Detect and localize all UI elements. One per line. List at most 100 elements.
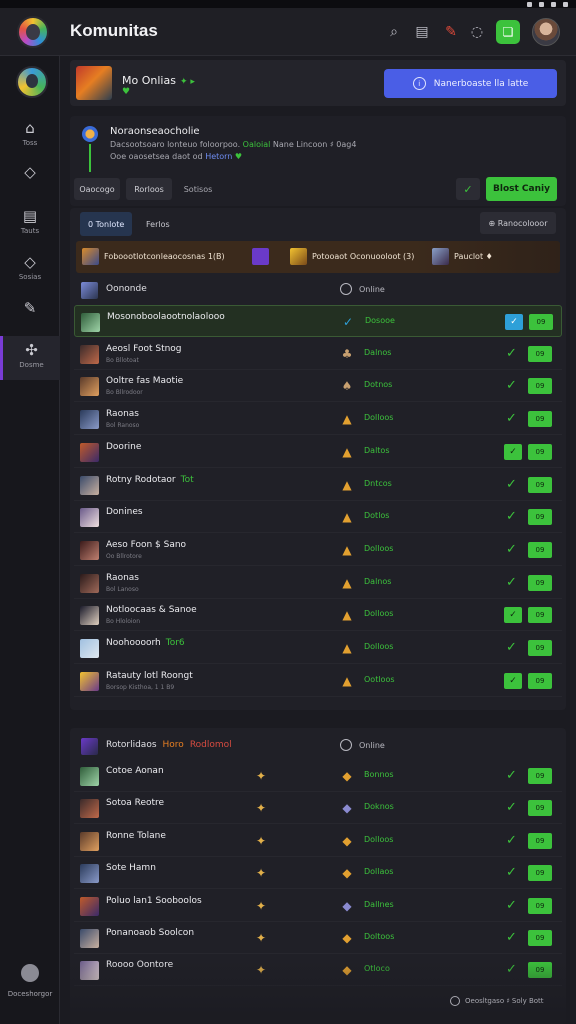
- chat-icon[interactable]: ◌: [467, 22, 487, 42]
- list-item[interactable]: Poluo lan1 Sooboolos ✦ ◆ Dallnes ✓ 09: [74, 890, 562, 922]
- friend-avatar: [81, 313, 100, 332]
- check-icon[interactable]: ✓: [506, 800, 517, 815]
- check-icon[interactable]: ✓: [506, 542, 517, 557]
- filter-chip-1[interactable]: Oaocogo: [74, 178, 120, 200]
- check-icon[interactable]: ✓: [506, 833, 517, 848]
- banner-purple-icon[interactable]: [252, 248, 269, 265]
- sidebar-item-puzzle[interactable]: ✣ Dosme: [0, 336, 60, 380]
- tab-active[interactable]: 0 Tonlote: [80, 212, 133, 236]
- list-header-status: Online: [340, 283, 385, 295]
- accept-checkbox[interactable]: ✓: [504, 672, 522, 689]
- filter-chip-2[interactable]: Rorloos: [126, 178, 172, 200]
- count-pill[interactable]: 09: [528, 574, 552, 591]
- list-item[interactable]: Noohoooorh Tor6 ▲ Dolloos ✓ 09: [74, 632, 562, 664]
- list-item[interactable]: Roooo Oontore ✦ ◆ Otloco ✓ 09: [74, 954, 562, 987]
- banner-item[interactable]: Potooaot Oconuooloot (3): [290, 248, 414, 265]
- sidebar-item-wrench[interactable]: ✎: [0, 294, 60, 338]
- banner-item[interactable]: Foboootlotconleaocosnas 1(B): [82, 248, 225, 265]
- list-header-status: Online: [340, 739, 385, 751]
- status-icon: ▲: [342, 641, 352, 655]
- tab-right-button[interactable]: ⊕ Ranocolooor: [480, 212, 556, 234]
- badge-icon: ✦: [256, 963, 267, 978]
- sidebar-avatar[interactable]: [16, 66, 48, 98]
- check-icon[interactable]: ✓: [506, 378, 517, 393]
- primary-action-button[interactable]: i Nanerboaste lla latte: [384, 69, 557, 98]
- friend-name: Sote Hamn: [106, 863, 156, 873]
- check-icon[interactable]: ✓: [506, 477, 517, 492]
- tab-second[interactable]: Ferlos: [138, 212, 178, 236]
- accept-checkbox[interactable]: ✓: [504, 443, 522, 460]
- count-pill[interactable]: 09: [529, 314, 553, 330]
- document-icon[interactable]: ▤: [412, 22, 432, 42]
- check-icon[interactable]: ✓: [506, 640, 517, 655]
- info-desc2: Ooe oaosetsea daot od Hetorn ♥: [110, 152, 242, 161]
- status-icon: ♣: [341, 346, 353, 361]
- check-icon[interactable]: ✓: [506, 962, 517, 977]
- app-logo[interactable]: [17, 16, 49, 48]
- status-icon: ◆: [342, 769, 352, 783]
- list-item[interactable]: Rotny Rodotaor Tot ▲ Dntcos ✓ 09: [74, 469, 562, 501]
- list-item[interactable]: Notloocaas & Sanoe Bo Hloloion ▲ Dolloos ✓ 09: [74, 599, 562, 632]
- check-icon[interactable]: ✓: [506, 346, 517, 361]
- green-chat-icon[interactable]: ❏: [496, 20, 520, 44]
- count-pill[interactable]: 09: [528, 800, 552, 817]
- count-pill[interactable]: 09: [528, 865, 552, 882]
- list-item[interactable]: Mosonoboolaootnolaolooo ✓ Dosooe ✓ 09: [74, 305, 562, 337]
- list-item[interactable]: Sotoa Reotre ✦ ◆ Doknos ✓ 09: [74, 792, 562, 825]
- filter-chip-3[interactable]: Sotisos: [176, 178, 220, 200]
- action-button[interactable]: Blost Caniy: [486, 177, 557, 201]
- sidebar-bottom[interactable]: Doceshorgor: [0, 964, 60, 998]
- count-pill[interactable]: 09: [528, 930, 552, 946]
- list-item[interactable]: Ooltre fas Maotie Bo Bllrodoor ♠ Dotnos ✓ 09: [74, 370, 562, 403]
- accept-checkbox[interactable]: ✓: [504, 607, 522, 624]
- sidebar-item-diamond[interactable]: ◇ Sosias: [0, 248, 60, 292]
- count-pill[interactable]: 09: [528, 897, 552, 914]
- list-item[interactable]: Donines ▲ Dotlos ✓ 09: [74, 501, 562, 534]
- status-icon: ◆: [342, 866, 352, 881]
- friend-avatar: [80, 639, 99, 658]
- check-icon[interactable]: ✓: [506, 898, 517, 913]
- list-item[interactable]: Raonas Bol Ranoso ▲ Dolloos ✓ 09: [74, 403, 562, 436]
- check-icon[interactable]: ✓: [506, 411, 517, 426]
- check-icon[interactable]: ✓: [506, 930, 517, 945]
- count-pill[interactable]: 09: [528, 541, 552, 558]
- count-pill[interactable]: 09: [528, 640, 552, 656]
- friend-subtitle: Bol Ranoso: [106, 422, 140, 430]
- count-pill[interactable]: 09: [528, 378, 552, 395]
- count-pill[interactable]: 09: [528, 509, 552, 526]
- sidebar-item-tag[interactable]: ◇: [0, 158, 60, 202]
- sidebar-item-grid[interactable]: ▤ Tauts: [0, 202, 60, 246]
- check-icon[interactable]: ✓: [506, 509, 517, 524]
- friend-name: Aeosl Foot Stnog: [106, 344, 182, 354]
- count-pill[interactable]: 09: [528, 832, 552, 849]
- list-item[interactable]: Ponanoaob Soolcon ✦ ◆ Doltoos ✓ 09: [74, 922, 562, 954]
- search-icon[interactable]: ⌕: [384, 22, 404, 42]
- count-pill[interactable]: 09: [528, 345, 552, 362]
- user-avatar[interactable]: [532, 18, 560, 46]
- list-item[interactable]: Doorine ▲ Daltos ✓ 09: [74, 436, 562, 468]
- check-button[interactable]: ✓: [456, 178, 480, 200]
- count-pill[interactable]: 09: [528, 607, 552, 624]
- count-pill[interactable]: 09: [528, 962, 552, 979]
- check-icon[interactable]: ✓: [506, 768, 517, 783]
- count-pill[interactable]: 09: [528, 672, 552, 689]
- list-item[interactable]: Raonas Bol Lanoso ▲ Dalnos ✓ 09: [74, 567, 562, 599]
- list-item[interactable]: Ronne Tolane ✦ ◆ Dolloos ✓ 09: [74, 825, 562, 857]
- banner-item[interactable]: Pauclot ♦: [432, 248, 493, 265]
- list-item[interactable]: Aeosl Foot Stnog Bo Bllotoat ♣ Dalnos ✓ 09: [74, 338, 562, 370]
- status-icon: ▲: [342, 510, 352, 525]
- list-item[interactable]: Cotoe Aonan ✦ ◆ Bonnos ✓ 09: [74, 760, 562, 792]
- list-item[interactable]: Aeso Foon $ Sano Oo Bllrotore ▲ Dolloos ✓ 09: [74, 534, 562, 566]
- badge-icon: ✦: [256, 931, 267, 945]
- count-pill[interactable]: 09: [528, 476, 552, 493]
- count-pill[interactable]: 09: [528, 411, 552, 428]
- sidebar-item-home[interactable]: ⌂ Toss: [0, 114, 60, 158]
- count-pill[interactable]: 09: [528, 768, 552, 784]
- accept-checkbox[interactable]: ✓: [505, 314, 523, 330]
- check-icon[interactable]: ✓: [506, 575, 517, 590]
- list-item[interactable]: Sote Hamn ✦ ◆ Dollaos ✓ 09: [74, 857, 562, 890]
- pin-icon[interactable]: ✎: [441, 22, 461, 42]
- list-item[interactable]: Ratauty lotl Roongt Borsop Kisthoa, 1 1 B…: [74, 665, 562, 697]
- count-pill[interactable]: 09: [528, 443, 552, 460]
- check-icon[interactable]: ✓: [506, 865, 517, 880]
